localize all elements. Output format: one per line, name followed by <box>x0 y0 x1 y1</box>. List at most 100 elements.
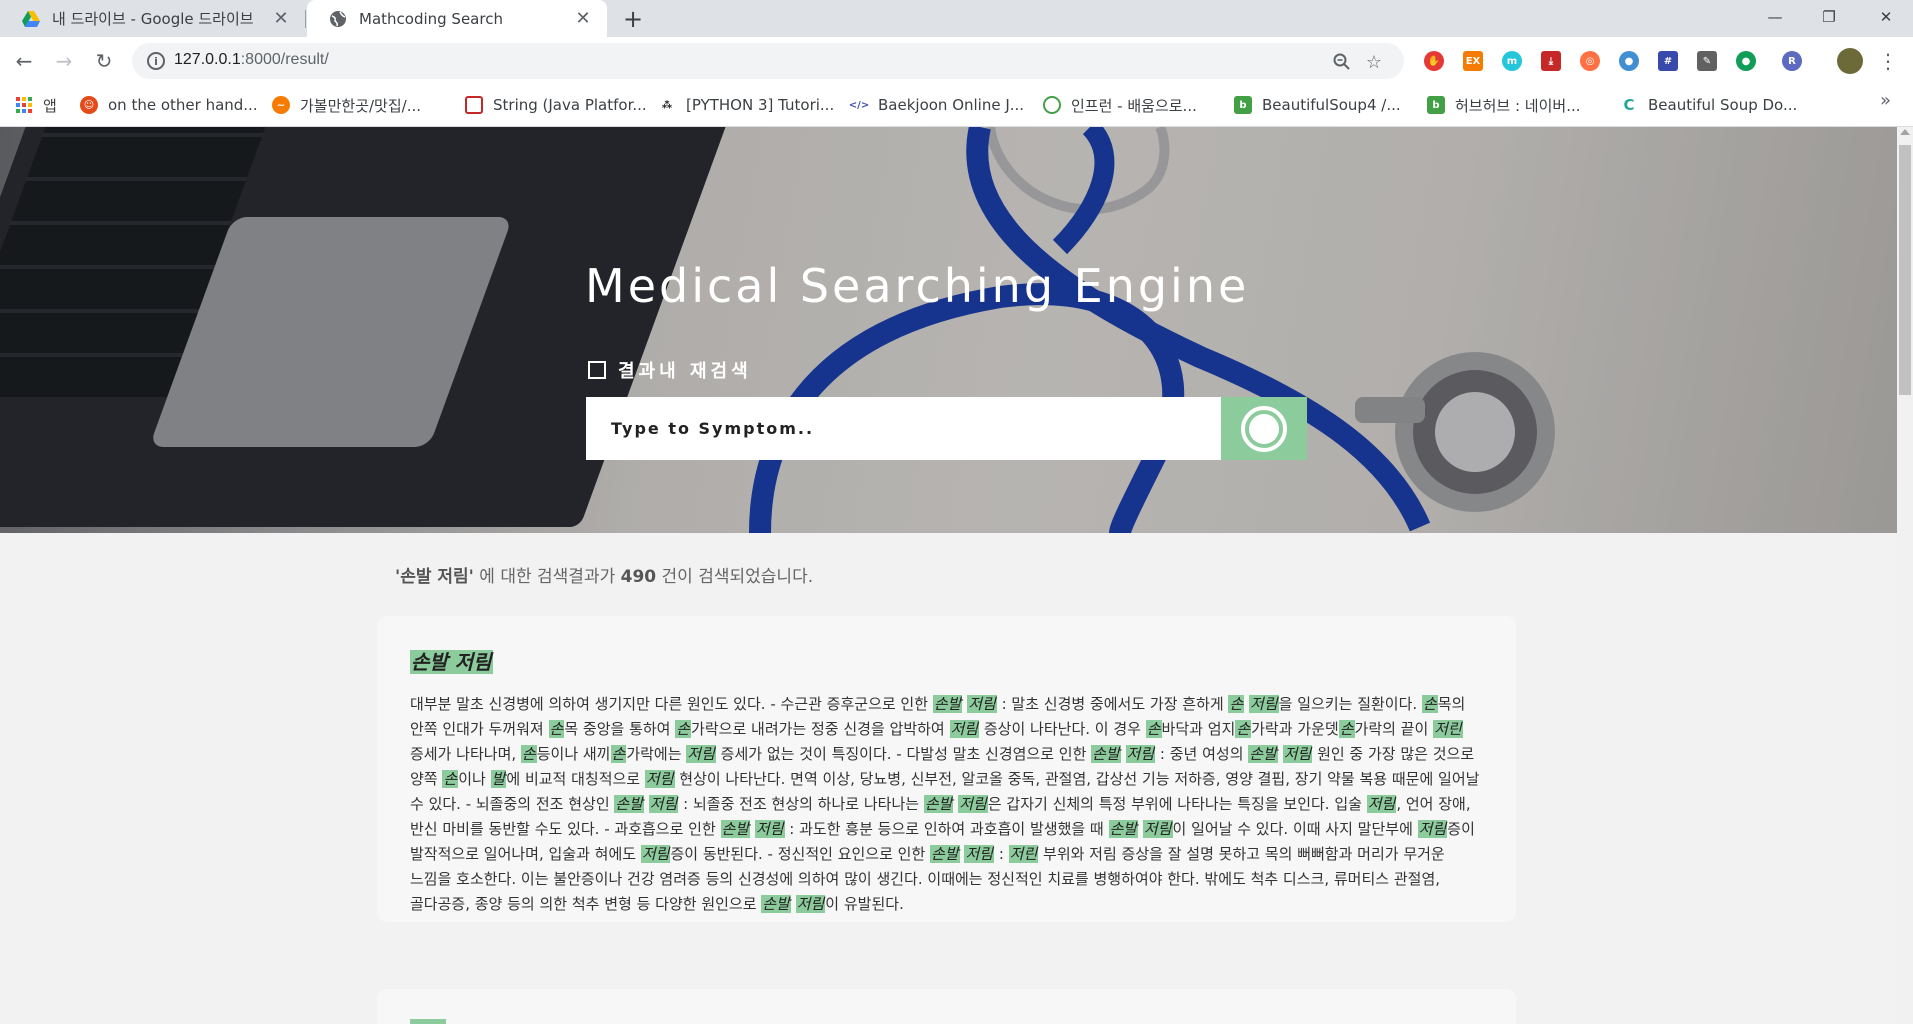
lifebuoy-extension-icon[interactable]: ◎ <box>1580 51 1600 71</box>
apps-grid-icon <box>15 96 33 114</box>
new-tab-button[interactable]: + <box>620 5 646 33</box>
summary-count: 490 <box>620 567 657 587</box>
keyword-highlight: 손 <box>520 745 537 763</box>
search-button[interactable] <box>1221 397 1307 460</box>
keyword-highlight: 손 <box>442 770 459 788</box>
keyword-highlight: 저림 <box>949 720 980 738</box>
search-target-icon <box>1241 405 1287 452</box>
keyword-highlight: 저림 <box>967 695 997 713</box>
keyword-highlight: 저림 <box>1417 820 1448 838</box>
page-title: Medical Searching Engine <box>585 259 1250 313</box>
scrollbar[interactable] <box>1897 127 1913 1024</box>
bookmark-label: 가볼만한곳/맛집/... <box>300 96 422 115</box>
ex-extension-icon[interactable]: EX <box>1463 51 1483 71</box>
bookmarks-bar: 앱 ☺ on the other hand... ~ 가볼만한곳/맛집/... St… <box>0 85 1913 127</box>
browser-tab-strip: 내 드라이브 - Google 드라이브 ✕ Mathcoding Search… <box>0 0 1913 37</box>
keyword-highlight: 저림 <box>958 795 988 813</box>
pdf-extension-icon[interactable]: ⤓ <box>1541 51 1561 71</box>
tab-separator <box>305 10 306 28</box>
bookmark-favicon: C <box>1620 96 1638 114</box>
close-icon[interactable]: ✕ <box>573 8 593 29</box>
keyword-highlight: 손 <box>1338 720 1355 738</box>
back-arrow-icon[interactable]: ← <box>10 47 38 75</box>
bookmark-item[interactable]: C Beautiful Soup Do... <box>1620 93 1797 117</box>
keyword-highlight: 저림 <box>1366 795 1397 813</box>
keyword-highlight: 손발 <box>930 845 960 863</box>
bookmark-item[interactable]: b BeautifulSoup4 /... <box>1234 93 1401 117</box>
r-extension-icon[interactable]: R <box>1782 51 1802 71</box>
keyword-highlight: 손발 <box>614 795 644 813</box>
bookmark-item[interactable]: ☺ on the other hand... <box>80 93 258 117</box>
keyword-highlight: 손발 <box>720 820 751 838</box>
tab-google-drive[interactable]: 내 드라이브 - Google 드라이브 ✕ <box>0 0 305 37</box>
bookmark-favicon: </> <box>849 96 869 114</box>
page-viewport: Medical Searching Engine 결과내 재검색 '손발 저림'… <box>0 127 1897 1024</box>
bookmark-label: Beautiful Soup Do... <box>1648 96 1798 114</box>
restore-icon[interactable]: ❐ <box>1802 0 1856 34</box>
result-summary: '손발 저림' 에 대한 검색결과가 490 건이 검색되었습니다. <box>395 567 814 587</box>
eyedropper-extension-icon[interactable]: ✎ <box>1697 51 1717 71</box>
scroll-up-arrow-icon[interactable] <box>1900 129 1910 135</box>
bookmark-favicon <box>1043 96 1061 114</box>
result-title-highlight[interactable] <box>410 1019 446 1024</box>
keyword-highlight: 저림 <box>795 895 826 913</box>
reload-icon[interactable]: ↻ <box>90 47 118 75</box>
tab-title: 내 드라이브 - Google 드라이브 <box>52 10 254 28</box>
recheck-toggle[interactable]: 결과내 재검색 <box>588 357 752 383</box>
forward-arrow-icon[interactable]: → <box>50 47 78 75</box>
m-extension-icon[interactable]: m <box>1502 51 1522 71</box>
keyword-highlight: 손발 <box>932 695 963 713</box>
star-bookmark-icon[interactable]: ☆ <box>1362 50 1386 74</box>
keyword-highlight: 발 <box>490 770 507 788</box>
info-icon[interactable]: i <box>147 52 165 70</box>
bookmark-item[interactable]: b 허브허브 : 네이버... <box>1427 93 1581 117</box>
address-bar[interactable]: i 127.0.0.1:8000/result/ ☆ <box>132 43 1404 79</box>
close-icon[interactable]: ✕ <box>271 8 291 29</box>
adblock-extension-icon[interactable]: ✋ <box>1424 51 1444 71</box>
checkbox-icon[interactable] <box>588 361 606 379</box>
keyword-highlight: 손발 <box>1248 745 1278 763</box>
scroll-thumb[interactable] <box>1899 145 1911 395</box>
keyword-highlight: 저림 <box>1249 695 1279 713</box>
crop-extension-icon[interactable]: # <box>1658 51 1678 71</box>
bookmark-item[interactable]: ⁂ [PYTHON 3] Tutori... <box>658 93 834 117</box>
search-input[interactable] <box>586 397 1221 460</box>
keyword-highlight: 손 <box>1145 720 1162 738</box>
close-window-icon[interactable]: ✕ <box>1859 0 1913 34</box>
bookmark-apps[interactable]: 앱 <box>15 93 57 117</box>
bookmark-label: 인프런 - 배움으로... <box>1071 96 1197 115</box>
result-title[interactable]: 손발 저림 <box>410 646 493 675</box>
keyword-highlight: 저림 <box>640 845 671 863</box>
bookmark-favicon: ~ <box>272 96 290 114</box>
globe-extension-icon[interactable]: ● <box>1619 51 1639 71</box>
chat-extension-icon[interactable]: ● <box>1736 51 1756 71</box>
keyword-highlight: 저린 <box>1008 845 1039 863</box>
google-drive-icon <box>22 10 40 28</box>
keyword-highlight: 저림 <box>1125 745 1156 763</box>
bookmark-item[interactable]: 인프런 - 배움으로... <box>1043 93 1197 117</box>
bookmark-label: Baekjoon Online J... <box>878 96 1025 114</box>
bookmark-favicon: b <box>1427 96 1445 114</box>
bookmark-item[interactable]: </> Baekjoon Online J... <box>849 93 1025 117</box>
result-body: 대부분 말초 신경병에 의하여 생기지만 다른 원인도 있다. - 수근관 증후… <box>410 695 1480 913</box>
bookmark-label: 앱 <box>43 96 57 115</box>
browser-toolbar: ← → ↻ i 127.0.0.1:8000/result/ ☆ ✋ EX m … <box>0 37 1913 85</box>
keyword-highlight: 손 <box>548 720 565 738</box>
bookmark-item[interactable]: String (Java Platfor... <box>465 93 647 117</box>
tab-title: Mathcoding Search <box>359 9 503 28</box>
bookmark-item[interactable]: ~ 가볼만한곳/맛집/... <box>272 93 421 117</box>
keyword-highlight: 저림 <box>686 745 716 763</box>
keyword-highlight: 저린 <box>1433 720 1463 738</box>
tab-mathcoding-search[interactable]: Mathcoding Search ✕ <box>307 0 607 37</box>
minimize-icon[interactable]: — <box>1748 0 1802 34</box>
keyword-highlight: 저림 <box>648 795 679 813</box>
more-menu-icon[interactable]: ⋮ <box>1878 49 1898 73</box>
hero-overlay <box>0 127 1897 533</box>
keyword-highlight: 저림 <box>1142 820 1173 838</box>
bookmark-label: [PYTHON 3] Tutori... <box>686 96 835 114</box>
zoom-icon[interactable] <box>1330 50 1354 74</box>
bookmark-label: BeautifulSoup4 /... <box>1262 96 1401 114</box>
bookmarks-overflow-icon[interactable]: » <box>1880 90 1891 111</box>
keyword-highlight: 손발 <box>761 895 791 913</box>
avatar[interactable] <box>1837 48 1863 74</box>
